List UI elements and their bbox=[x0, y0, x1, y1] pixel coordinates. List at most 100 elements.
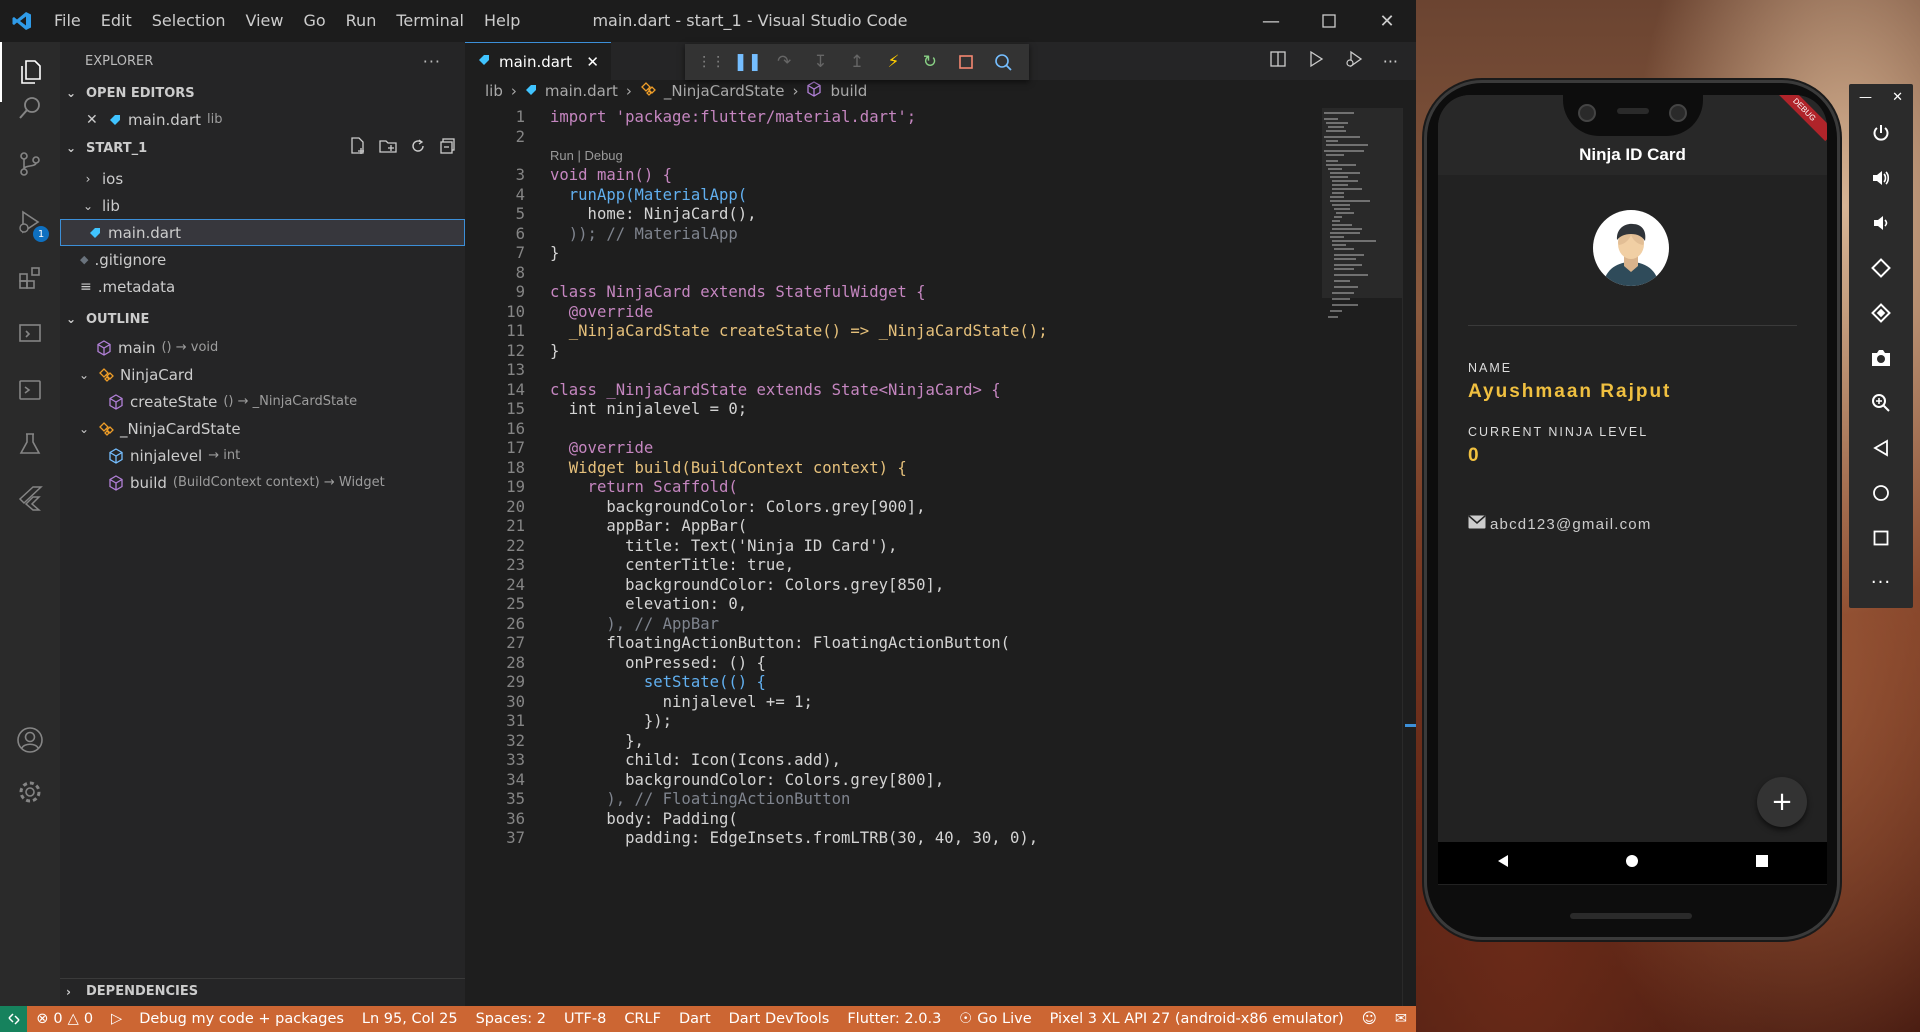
device-selector[interactable]: Pixel 3 XL API 27 (android-x86 emulator) bbox=[1041, 1011, 1353, 1027]
restart-icon[interactable]: ↻ bbox=[912, 52, 948, 72]
outline-item-ninjalevel[interactable]: ninjalevel → int bbox=[60, 442, 465, 469]
close-window-icon[interactable]: ✕ bbox=[1358, 0, 1416, 42]
testing-icon[interactable] bbox=[0, 414, 60, 474]
new-folder-icon[interactable] bbox=[379, 137, 397, 159]
step-out-icon[interactable]: ↥ bbox=[839, 52, 875, 72]
run-file-icon[interactable] bbox=[1307, 50, 1325, 72]
back-icon[interactable] bbox=[1849, 425, 1913, 470]
accounts-icon[interactable] bbox=[0, 710, 60, 770]
outline-item-createstate[interactable]: createState () → _NinjaCardState bbox=[60, 388, 465, 415]
more-actions-icon[interactable]: ··· bbox=[423, 52, 441, 71]
tree-file-metadata[interactable]: ≡ .metadata bbox=[60, 273, 465, 300]
outline-section[interactable]: ⌄ OUTLINE bbox=[60, 306, 465, 332]
pause-icon[interactable]: ❚❚ bbox=[729, 52, 765, 72]
cursor-position[interactable]: Ln 95, Col 25 bbox=[353, 1011, 467, 1027]
step-over-icon[interactable]: ↷ bbox=[766, 52, 802, 72]
rotate-left-icon[interactable] bbox=[1849, 245, 1913, 290]
menu-go[interactable]: Go bbox=[293, 0, 335, 42]
debug-config[interactable]: ▷ Debug my code + packages bbox=[102, 1011, 353, 1027]
tree-file-main-dart[interactable]: main.dart bbox=[60, 219, 465, 246]
menu-file[interactable]: File bbox=[44, 0, 91, 42]
menu-selection[interactable]: Selection bbox=[142, 0, 236, 42]
notifications-bell-icon[interactable]: ✉ bbox=[1386, 1011, 1416, 1027]
menu-run[interactable]: Run bbox=[336, 0, 387, 42]
nav-recents-icon[interactable] bbox=[1755, 854, 1769, 872]
add-fab-button[interactable]: + bbox=[1757, 777, 1807, 827]
maximize-icon[interactable] bbox=[1300, 0, 1358, 42]
screenshot-camera-icon[interactable] bbox=[1849, 335, 1913, 380]
search-icon[interactable] bbox=[0, 78, 60, 138]
terminal-panel-icon[interactable] bbox=[0, 360, 60, 420]
zoom-icon[interactable] bbox=[1849, 380, 1913, 425]
drag-handle-icon[interactable]: ⋮⋮ bbox=[693, 54, 729, 70]
stop-icon[interactable] bbox=[948, 55, 984, 69]
new-file-icon[interactable] bbox=[349, 137, 367, 159]
remote-explorer-icon[interactable] bbox=[0, 304, 60, 364]
step-into-icon[interactable]: ↧ bbox=[802, 52, 838, 72]
emulator-minimize-icon[interactable]: — bbox=[1859, 90, 1872, 105]
breadcrumb-class[interactable]: _NinjaCardState bbox=[664, 82, 785, 100]
open-editors-section[interactable]: ⌄ OPEN EDITORS bbox=[60, 80, 465, 106]
indentation[interactable]: Spaces: 2 bbox=[467, 1011, 555, 1027]
minimap[interactable] bbox=[1322, 108, 1402, 338]
more-actions-icon[interactable]: ··· bbox=[1383, 52, 1398, 71]
code-editor[interactable]: 1 2 3 4 5 6 7 8 9 10 11 12 13 14 15 16 1… bbox=[465, 108, 1416, 1006]
volume-up-icon[interactable] bbox=[1849, 155, 1913, 200]
volume-down-icon[interactable] bbox=[1849, 200, 1913, 245]
tree-file-gitignore[interactable]: ◆ .gitignore bbox=[60, 246, 465, 273]
nav-back-icon[interactable] bbox=[1496, 854, 1510, 872]
flutter-version[interactable]: Flutter: 2.0.3 bbox=[838, 1011, 950, 1027]
codelens-run-debug[interactable]: Run | Debug bbox=[550, 148, 623, 163]
outline-item-ninjacardstate[interactable]: ⌄ _NinjaCardState bbox=[60, 415, 465, 442]
flutter-icon[interactable] bbox=[0, 468, 60, 528]
source-control-icon[interactable] bbox=[0, 134, 60, 194]
menu-edit[interactable]: Edit bbox=[91, 0, 142, 42]
tree-folder-ios[interactable]: › ios bbox=[60, 165, 465, 192]
hot-reload-icon[interactable]: ⚡ bbox=[875, 52, 911, 72]
feedback-icon[interactable]: ☺ bbox=[1353, 1011, 1386, 1027]
emulator-close-icon[interactable]: ✕ bbox=[1892, 90, 1903, 105]
dependencies-section[interactable]: › DEPENDENCIES bbox=[60, 978, 465, 1004]
minimize-icon[interactable]: — bbox=[1242, 0, 1300, 42]
debug-file-icon[interactable] bbox=[1345, 50, 1363, 72]
code-line: backgroundColor: Colors.grey[900], bbox=[550, 497, 926, 516]
menu-terminal[interactable]: Terminal bbox=[386, 0, 474, 42]
split-editor-icon[interactable] bbox=[1269, 50, 1287, 72]
close-editor-icon[interactable]: ✕ bbox=[86, 112, 102, 128]
go-live[interactable]: ☉ Go Live bbox=[950, 1011, 1040, 1027]
home-icon[interactable] bbox=[1849, 470, 1913, 515]
end-of-line[interactable]: CRLF bbox=[615, 1011, 670, 1027]
collapse-all-icon[interactable] bbox=[439, 137, 457, 159]
encoding[interactable]: UTF-8 bbox=[555, 1011, 615, 1027]
project-section[interactable]: ⌄ START_1 bbox=[60, 135, 465, 161]
extensions-icon[interactable] bbox=[0, 248, 60, 308]
refresh-icon[interactable] bbox=[409, 137, 427, 159]
outline-item-ninjacard[interactable]: ⌄ NinjaCard bbox=[60, 361, 465, 388]
breadcrumb-file[interactable]: main.dart bbox=[545, 82, 618, 100]
nav-home-icon[interactable] bbox=[1625, 854, 1639, 872]
editor-scrollbar[interactable] bbox=[1402, 108, 1417, 1006]
more-options-icon[interactable]: ··· bbox=[1849, 560, 1913, 605]
run-debug-icon[interactable]: 1 bbox=[0, 192, 60, 252]
problems-indicator[interactable]: ⊗ 0 △ 0 bbox=[27, 1011, 102, 1027]
code-line: @override bbox=[550, 302, 654, 321]
outline-item-build[interactable]: build (BuildContext context) → Widget bbox=[60, 469, 465, 496]
line-number: 20 bbox=[506, 497, 525, 516]
outline-item-main[interactable]: main () → void bbox=[60, 334, 465, 361]
tree-folder-lib[interactable]: ⌄ lib bbox=[60, 192, 465, 219]
power-icon[interactable] bbox=[1849, 110, 1913, 155]
open-editor-item[interactable]: ✕ main.dart lib bbox=[60, 106, 465, 133]
settings-gear-icon[interactable] bbox=[0, 762, 60, 822]
breadcrumb-method[interactable]: build bbox=[830, 82, 867, 100]
menu-view[interactable]: View bbox=[236, 0, 294, 42]
dart-devtools[interactable]: Dart DevTools bbox=[720, 1011, 839, 1027]
overview-icon[interactable] bbox=[1849, 515, 1913, 560]
close-tab-icon[interactable]: ✕ bbox=[586, 53, 599, 71]
method-cube-icon bbox=[806, 81, 822, 101]
language-mode[interactable]: Dart bbox=[670, 1011, 720, 1027]
rotate-right-icon[interactable] bbox=[1849, 290, 1913, 335]
tab-main-dart[interactable]: main.dart ✕ bbox=[465, 42, 611, 80]
remote-icon[interactable] bbox=[0, 1006, 28, 1032]
inspect-widget-icon[interactable] bbox=[985, 53, 1021, 71]
breadcrumb-lib[interactable]: lib bbox=[485, 82, 503, 100]
